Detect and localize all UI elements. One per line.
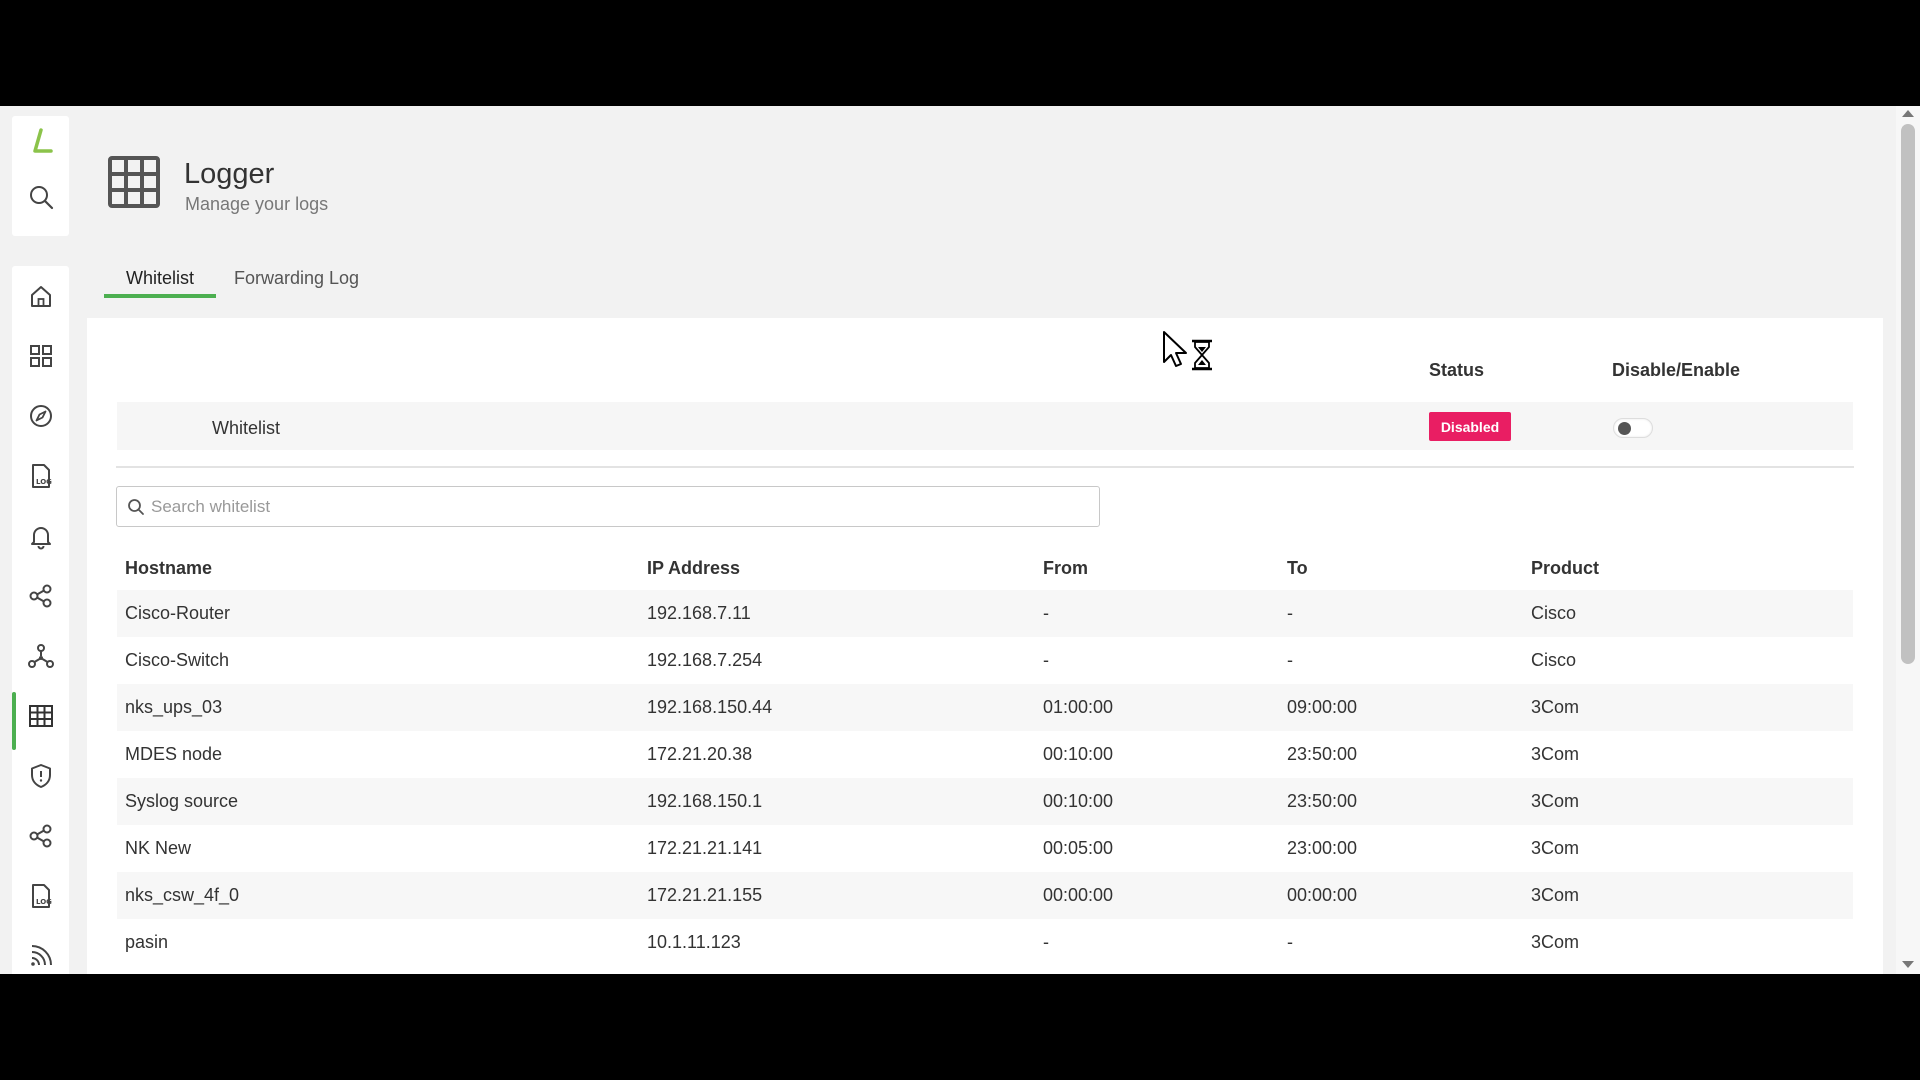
log-file-icon[interactable]: LOG: [26, 881, 56, 911]
cell-from: 00:00:00: [1043, 885, 1114, 905]
active-indicator: [12, 692, 16, 750]
cell-hostname: Cisco-Switch: [125, 650, 230, 670]
page-subtitle: Manage your logs: [185, 194, 329, 214]
bell-icon[interactable]: [26, 521, 56, 551]
cell-hostname: nks_csw_4f_0: [125, 885, 240, 905]
cell-hostname: pasin: [125, 932, 169, 952]
app-screen: LOG LOG Logger Manage your logs Whitelis…: [0, 106, 1920, 974]
whitelist-card: Status Disable/Enable Whitelist Disabled…: [87, 318, 1883, 974]
tab-forwarding-log[interactable]: Forwarding Log: [234, 266, 359, 298]
dashboard-grid-icon[interactable]: [26, 341, 56, 371]
scroll-up-arrow-icon[interactable]: [1902, 110, 1914, 117]
page-title: Logger: [184, 158, 275, 190]
cell-from: 01:00:00: [1043, 697, 1114, 717]
table-row[interactable]: pasin 10.1.11.123 - - 3Com: [117, 919, 1853, 966]
column-header-product[interactable]: Product: [1531, 558, 1599, 579]
share-icon[interactable]: [26, 821, 56, 851]
search-icon[interactable]: [26, 182, 56, 212]
whitelist-setting-row: [117, 402, 1853, 450]
scroll-thumb[interactable]: [1901, 124, 1915, 664]
svg-text:LOG: LOG: [36, 478, 52, 486]
column-header-ip[interactable]: IP Address: [647, 558, 740, 579]
cell-product: 3Com: [1531, 697, 1580, 717]
busy-cursor-icon: [1162, 330, 1216, 372]
logger-grid-icon: [108, 156, 160, 208]
cell-hostname: MDES node: [125, 744, 223, 764]
vertical-scrollbar[interactable]: [1896, 106, 1920, 974]
toggle-header: Disable/Enable: [1612, 360, 1741, 380]
cell-from: -: [1043, 603, 1049, 623]
rss-icon[interactable]: [26, 941, 56, 971]
column-header-to[interactable]: To: [1287, 558, 1308, 579]
whitelist-name: Whitelist: [212, 418, 281, 438]
table-row[interactable]: nks_csw_4f_0 172.21.21.155 00:00:00 00:0…: [117, 872, 1853, 919]
scroll-down-arrow-icon[interactable]: [1902, 961, 1914, 968]
share-icon[interactable]: [26, 581, 56, 611]
cell-product: 3Com: [1531, 744, 1580, 764]
cell-product: 3Com: [1531, 932, 1580, 952]
cell-ip: 192.168.150.44: [647, 697, 773, 717]
column-header-hostname[interactable]: Hostname: [125, 558, 212, 579]
cell-from: 00:10:00: [1043, 791, 1114, 811]
status-header: Status: [1429, 360, 1485, 380]
table-row[interactable]: MDES node 172.21.20.38 00:10:00 23:50:00…: [117, 731, 1853, 778]
sidebar-nav: LOG LOG: [12, 266, 69, 974]
table-row[interactable]: nks_ups_03 192.168.150.44 01:00:00 09:00…: [117, 684, 1853, 731]
table-row[interactable]: Cisco-Router 192.168.7.11 - - Cisco: [117, 590, 1853, 637]
cell-from: -: [1043, 932, 1049, 952]
cell-ip: 192.168.7.254: [647, 650, 763, 670]
compass-icon[interactable]: [26, 401, 56, 431]
search-icon: [128, 499, 144, 515]
sidebar-top: [12, 116, 69, 236]
cell-to: 23:50:00: [1287, 791, 1358, 811]
cell-to: 23:00:00: [1287, 838, 1358, 858]
cell-to: -: [1287, 650, 1293, 670]
search-input[interactable]: [151, 487, 1081, 526]
cell-ip: 192.168.150.1: [647, 791, 763, 811]
home-icon[interactable]: [26, 281, 56, 311]
cell-ip: 172.21.20.38: [647, 744, 753, 764]
log-file-icon[interactable]: LOG: [26, 461, 56, 491]
cell-ip: 172.21.21.141: [647, 838, 763, 858]
search-box: [116, 486, 1100, 527]
cell-to: 23:50:00: [1287, 744, 1358, 764]
cell-hostname: Syslog source: [125, 791, 239, 811]
cell-product: Cisco: [1531, 603, 1577, 623]
cell-from: 00:05:00: [1043, 838, 1114, 858]
cell-ip: 172.21.21.155: [647, 885, 763, 905]
cell-from: 00:10:00: [1043, 744, 1114, 764]
cell-product: 3Com: [1531, 791, 1580, 811]
cell-hostname: Cisco-Router: [125, 603, 231, 623]
toggle-knob: [1618, 422, 1631, 435]
table-row[interactable]: Cisco-Switch 192.168.7.254 - - Cisco: [117, 637, 1853, 684]
table-row[interactable]: NK New 172.21.21.141 00:05:00 23:00:00 3…: [117, 825, 1853, 872]
cell-ip: 10.1.11.123: [647, 932, 741, 952]
cell-to: -: [1287, 932, 1293, 952]
cell-hostname: NK New: [125, 838, 192, 858]
cell-to: 09:00:00: [1287, 697, 1358, 717]
table-row[interactable]: Syslog source 192.168.150.1 00:10:00 23:…: [117, 778, 1853, 825]
cell-to: 00:00:00: [1287, 885, 1358, 905]
network-icon[interactable]: [26, 641, 56, 671]
logo-icon[interactable]: [26, 126, 56, 156]
svg-text:LOG: LOG: [36, 898, 52, 906]
cell-from: -: [1043, 650, 1049, 670]
status-badge: Disabled: [1429, 412, 1511, 441]
cell-product: Cisco: [1531, 650, 1577, 670]
table-grid-icon[interactable]: [26, 701, 56, 731]
cell-ip: 192.168.7.11: [647, 603, 751, 623]
tab-whitelist[interactable]: Whitelist: [104, 266, 216, 298]
divider: [116, 466, 1854, 468]
whitelist-toggle[interactable]: [1613, 418, 1653, 438]
shield-icon[interactable]: [26, 761, 56, 791]
column-header-from[interactable]: From: [1043, 558, 1088, 579]
cell-product: 3Com: [1531, 885, 1580, 905]
cell-to: -: [1287, 603, 1293, 623]
cell-product: 3Com: [1531, 838, 1580, 858]
cell-hostname: nks_ups_03: [125, 697, 223, 717]
